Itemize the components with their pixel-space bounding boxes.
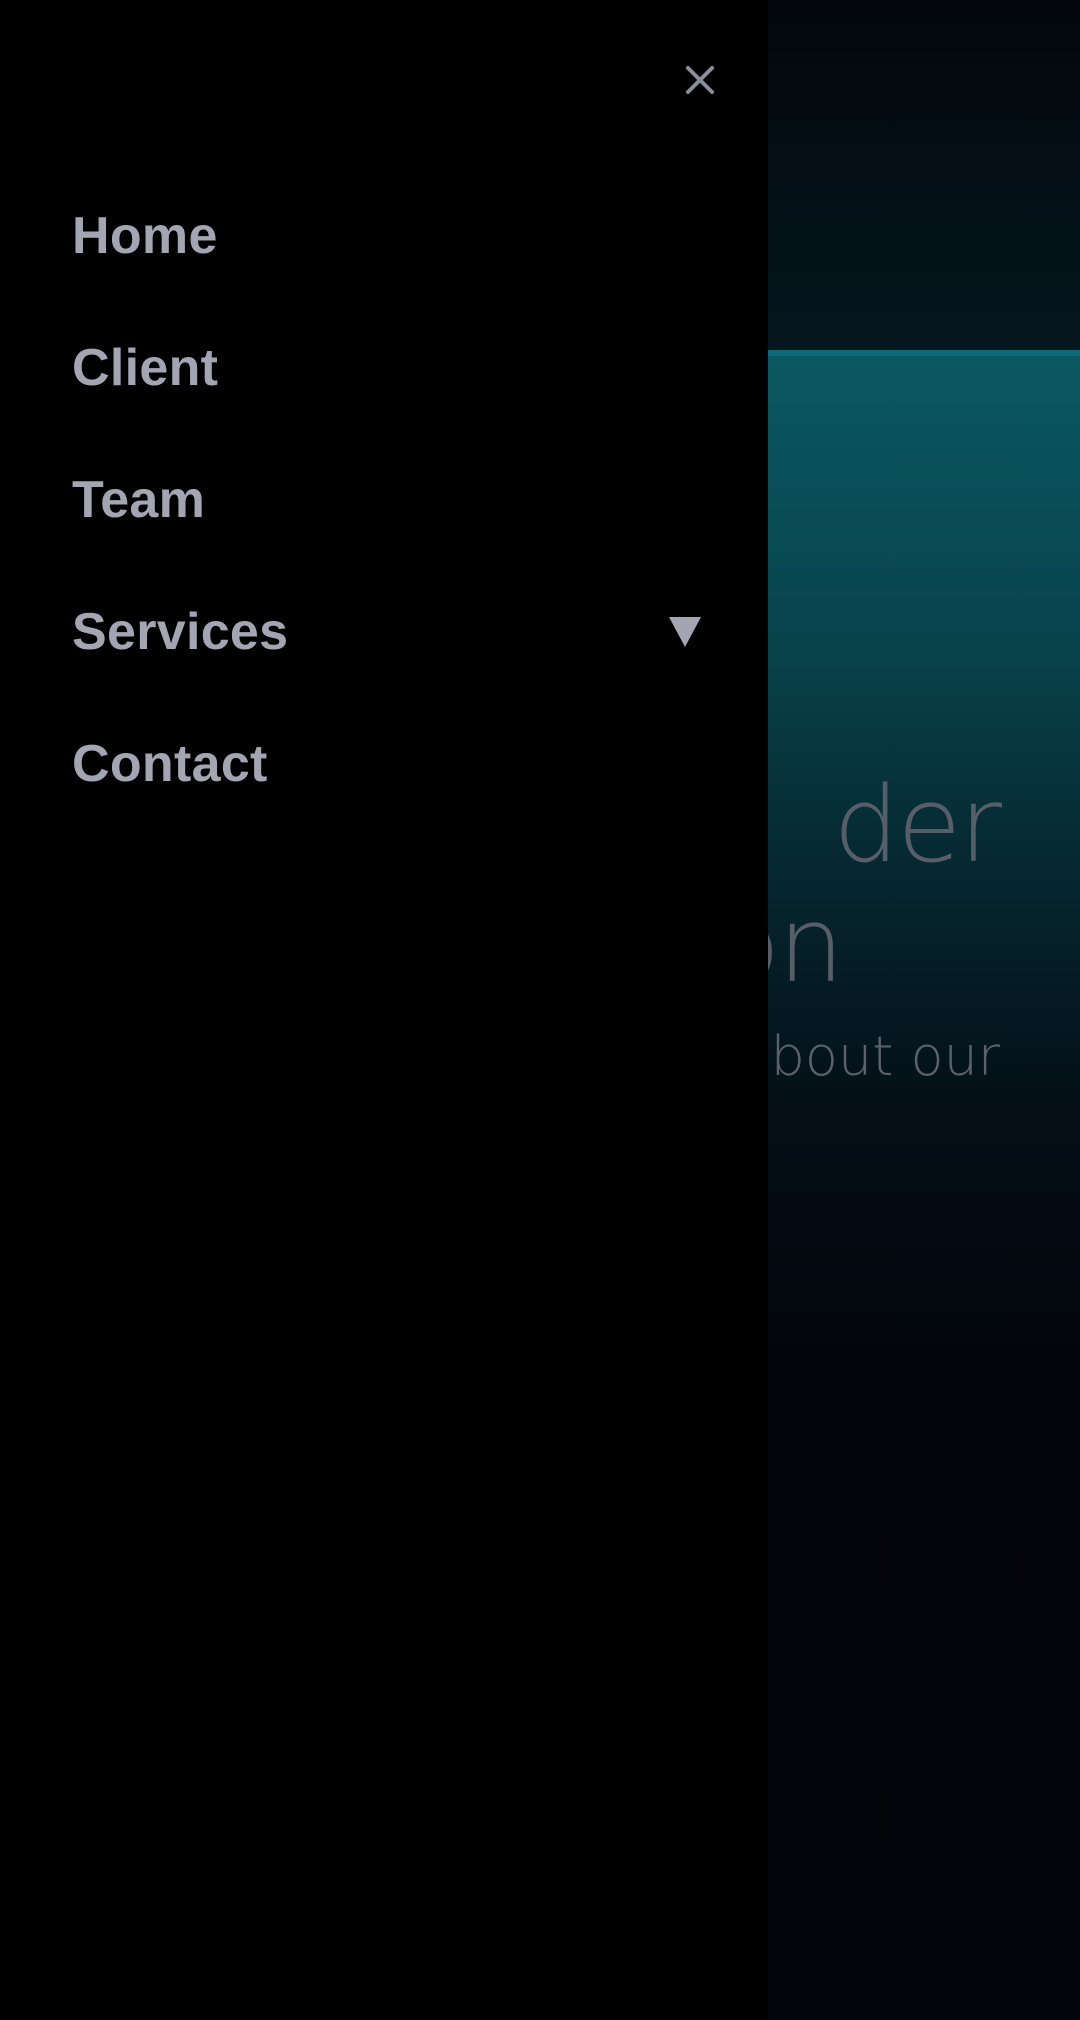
nav-item-label: Team [72, 471, 206, 529]
nav-item-client[interactable]: Client [72, 302, 702, 434]
nav-item-home[interactable]: Home [72, 170, 702, 302]
nav-item-label: Client [72, 339, 219, 397]
nav-item-services[interactable]: Services [72, 566, 702, 698]
nav-item-label: Contact [72, 735, 268, 793]
nav-item-team[interactable]: Team [72, 434, 702, 566]
close-icon [686, 66, 714, 94]
nav-item-contact[interactable]: Contact [72, 698, 702, 830]
drawer-nav: Home Client Team Services Contact [72, 170, 702, 830]
services-submenu-toggle[interactable] [668, 615, 702, 649]
navigation-drawer: Home Client Team Services Contact [0, 0, 768, 2020]
nav-item-label: Services [72, 603, 289, 661]
page: der on about our Home Client Team Servic… [0, 0, 1080, 2020]
close-menu-button[interactable] [672, 52, 728, 108]
caret-down-icon [669, 617, 701, 647]
nav-item-label: Home [72, 207, 218, 265]
